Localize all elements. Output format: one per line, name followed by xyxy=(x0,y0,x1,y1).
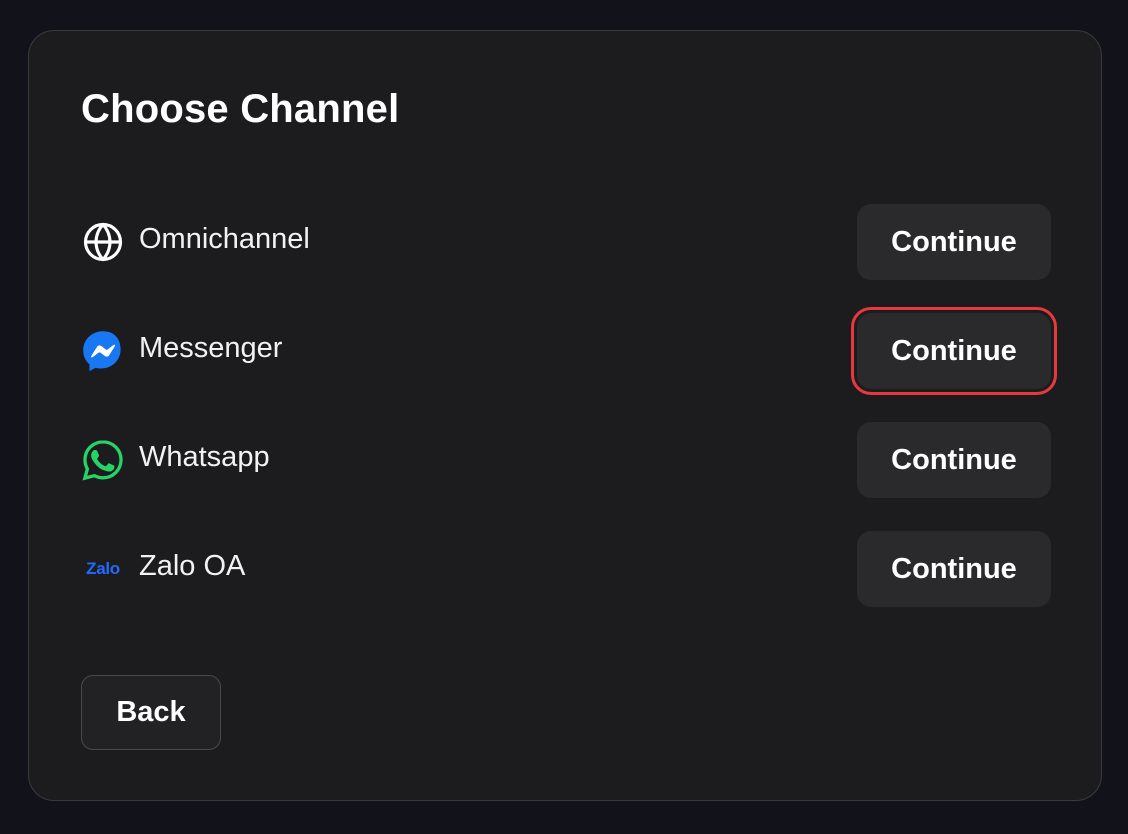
globe-icon xyxy=(81,220,125,264)
channel-label-whatsapp: Whatsapp xyxy=(139,441,270,473)
zalo-icon: Zalo xyxy=(81,547,125,591)
back-button[interactable]: Back xyxy=(81,675,221,750)
channel-row-zalo: Zalo Zalo OA Continue xyxy=(81,531,1051,607)
channel-row-omnichannel: Omnichannel Continue xyxy=(81,204,1051,280)
messenger-icon xyxy=(81,329,125,373)
continue-button-whatsapp[interactable]: Continue xyxy=(857,422,1051,498)
channel-row-whatsapp: Whatsapp Continue xyxy=(81,422,1051,498)
dialog-title: Choose Channel xyxy=(81,87,400,131)
whatsapp-icon xyxy=(81,438,125,482)
channel-label-messenger: Messenger xyxy=(139,332,283,364)
channel-label-zalo: Zalo OA xyxy=(139,550,246,582)
zalo-logo-text: Zalo xyxy=(86,559,120,578)
continue-button-zalo[interactable]: Continue xyxy=(857,531,1051,607)
channel-row-messenger: Messenger Continue xyxy=(81,307,1057,395)
continue-button-omnichannel[interactable]: Continue xyxy=(857,204,1051,280)
channel-label-omnichannel: Omnichannel xyxy=(139,223,310,255)
choose-channel-dialog: Choose Channel Omnichannel Continue Mess… xyxy=(28,30,1102,801)
continue-button-messenger[interactable]: Continue xyxy=(851,307,1057,395)
